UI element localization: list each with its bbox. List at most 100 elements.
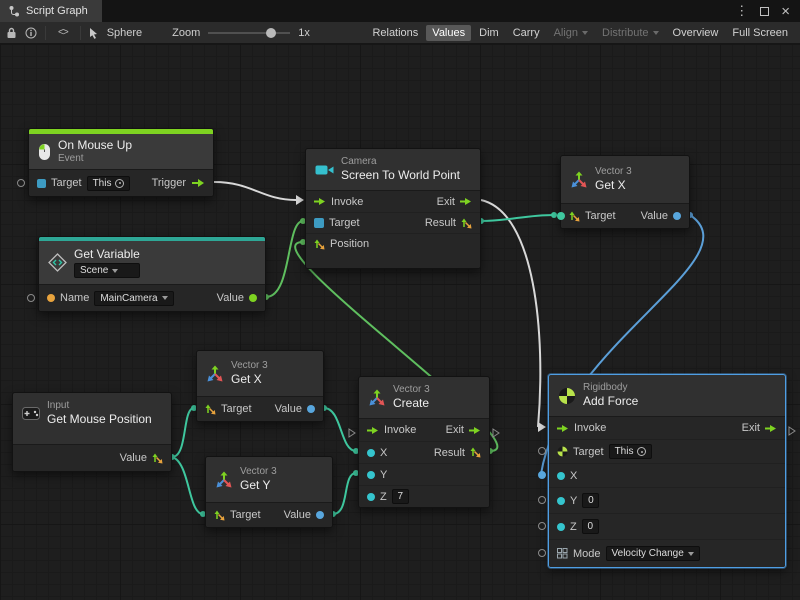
z-outer-port[interactable]: [538, 522, 546, 530]
string-port-icon[interactable]: [47, 294, 55, 302]
vector3-port-icon[interactable]: [569, 211, 580, 222]
values-button[interactable]: Values: [426, 25, 471, 41]
port-row: Target This: [549, 439, 785, 463]
flow-in-icon[interactable]: [557, 424, 569, 433]
node-get-mouse-position[interactable]: Input Get Mouse Position Value: [12, 392, 172, 472]
float-port-icon[interactable]: [367, 493, 375, 501]
zoom-slider[interactable]: [208, 26, 290, 40]
graph-canvas[interactable]: On Mouse Up Event Target This Trigger: [0, 44, 800, 600]
wire-mousepos-to-gety[interactable]: [172, 457, 203, 514]
exit-outer-port[interactable]: [492, 425, 500, 443]
lock-icon[interactable]: [6, 27, 17, 39]
close-icon[interactable]: ×: [781, 3, 790, 20]
tab-title: Script Graph: [26, 5, 88, 17]
float-port-icon[interactable]: [367, 449, 375, 457]
wire-result-to-getx-target[interactable]: [481, 215, 554, 221]
overview-button[interactable]: Overview: [667, 25, 725, 41]
node-get-x-mid[interactable]: Vector 3 Get X Target Value: [196, 350, 324, 422]
camera-type-icon[interactable]: [314, 218, 324, 228]
flow-arrow-icon[interactable]: [191, 178, 205, 188]
node-get-variable[interactable]: Get Variable Scene Name MainCamera Value: [38, 236, 266, 312]
wire-mousepos-to-getx[interactable]: [172, 408, 194, 457]
value-output-port[interactable]: [316, 511, 324, 519]
maximize-icon[interactable]: [760, 7, 769, 16]
value-output-port[interactable]: [673, 212, 681, 220]
port-row: Mode Velocity Change: [549, 539, 785, 567]
x-outer-port[interactable]: [538, 471, 546, 479]
variable-icon: [48, 253, 67, 272]
vector3-icon: [206, 365, 224, 383]
target-outer-port[interactable]: [538, 447, 546, 455]
wire-variable-to-target[interactable]: [266, 221, 303, 297]
vector3-port-icon[interactable]: [314, 239, 325, 250]
wire-trigger-to-invoke[interactable]: [214, 182, 296, 200]
zoom-value: 1x: [298, 27, 310, 39]
flow-arrow-icon[interactable]: [469, 426, 481, 435]
event-input-port[interactable]: [17, 179, 25, 187]
variable-scope-dropdown[interactable]: Scene: [74, 263, 140, 278]
zoom-slider-track[interactable]: [208, 32, 290, 34]
node-on-mouse-up[interactable]: On Mouse Up Event Target This Trigger: [28, 128, 214, 197]
align-button[interactable]: Align: [548, 25, 594, 41]
flow-in-icon[interactable]: [367, 426, 379, 435]
carry-button[interactable]: Carry: [507, 25, 546, 41]
float-port-icon[interactable]: [557, 472, 565, 480]
invoke-outer-port[interactable]: [348, 425, 356, 443]
target-input-port[interactable]: [557, 212, 565, 220]
y-outer-port[interactable]: [538, 496, 546, 504]
value-output-port[interactable]: [307, 405, 315, 413]
target-port-label: Target: [573, 446, 604, 458]
node-type-label: Vector 3: [393, 384, 430, 396]
vector3-port-icon[interactable]: [470, 447, 481, 458]
relations-button[interactable]: Relations: [366, 25, 424, 41]
z-value-field[interactable]: 7: [392, 489, 409, 504]
value-port-label: Value: [217, 292, 244, 304]
wire-gety-to-create-y[interactable]: [333, 473, 356, 514]
flow-arrow-icon[interactable]: [460, 197, 472, 206]
node-create-vector3[interactable]: Vector 3 Create Invoke Exit: [358, 376, 490, 508]
chevron-down-icon: [112, 269, 118, 273]
tab-script-graph[interactable]: Script Graph: [0, 0, 102, 22]
chevron-down-icon: [582, 31, 588, 35]
vector3-port-icon[interactable]: [461, 218, 472, 229]
y-value-field[interactable]: 0: [582, 493, 599, 508]
dim-button[interactable]: Dim: [473, 25, 505, 41]
value-output-port[interactable]: [249, 294, 257, 302]
float-port-icon[interactable]: [557, 497, 565, 505]
flow-in-icon[interactable]: [314, 197, 326, 206]
node-add-force[interactable]: Rigidbody Add Force Invoke Exit: [548, 374, 786, 568]
selected-object-label[interactable]: Sphere: [107, 27, 142, 39]
align-label: Align: [554, 27, 578, 39]
vector3-port-icon[interactable]: [214, 510, 225, 521]
chevron-down-icon: [653, 31, 659, 35]
vector3-port-icon[interactable]: [152, 453, 163, 464]
node-title: Get X: [231, 372, 268, 386]
target-this-chip[interactable]: This: [87, 176, 131, 191]
name-input-port[interactable]: [27, 294, 35, 302]
node-get-x-top[interactable]: Vector 3 Get X Target Value: [560, 155, 690, 229]
rigidbody-type-icon[interactable]: [557, 446, 568, 457]
vector3-port-icon[interactable]: [205, 404, 216, 415]
float-port-icon[interactable]: [367, 471, 375, 479]
node-screen-to-world-point[interactable]: Camera Screen To World Point Invoke Exit…: [305, 148, 481, 269]
mode-dropdown[interactable]: Velocity Change: [606, 546, 700, 561]
target-this-chip[interactable]: This: [609, 444, 653, 459]
enum-port-icon[interactable]: [557, 548, 568, 559]
z-value-field[interactable]: 0: [582, 519, 599, 534]
port-row: Target Value: [197, 397, 323, 421]
flow-arrow-icon[interactable]: [765, 424, 777, 433]
variable-name-dropdown[interactable]: MainCamera: [94, 291, 173, 306]
info-icon[interactable]: [25, 27, 37, 39]
mode-outer-port[interactable]: [538, 549, 546, 557]
float-port-icon[interactable]: [557, 523, 565, 531]
target-port-label: Target: [329, 217, 360, 229]
y-port-label: Y: [380, 469, 387, 481]
kebab-menu-icon[interactable]: ⋮: [735, 3, 748, 19]
node-get-y[interactable]: Vector 3 Get Y Target Value: [205, 456, 333, 528]
dim-label: Dim: [479, 27, 499, 39]
exit-outer-port[interactable]: [788, 423, 796, 441]
code-editor-icon[interactable]: <>: [54, 27, 72, 38]
zoom-slider-handle[interactable]: [266, 28, 276, 38]
fullscreen-button[interactable]: Full Screen: [726, 25, 794, 41]
distribute-button[interactable]: Distribute: [596, 25, 664, 41]
